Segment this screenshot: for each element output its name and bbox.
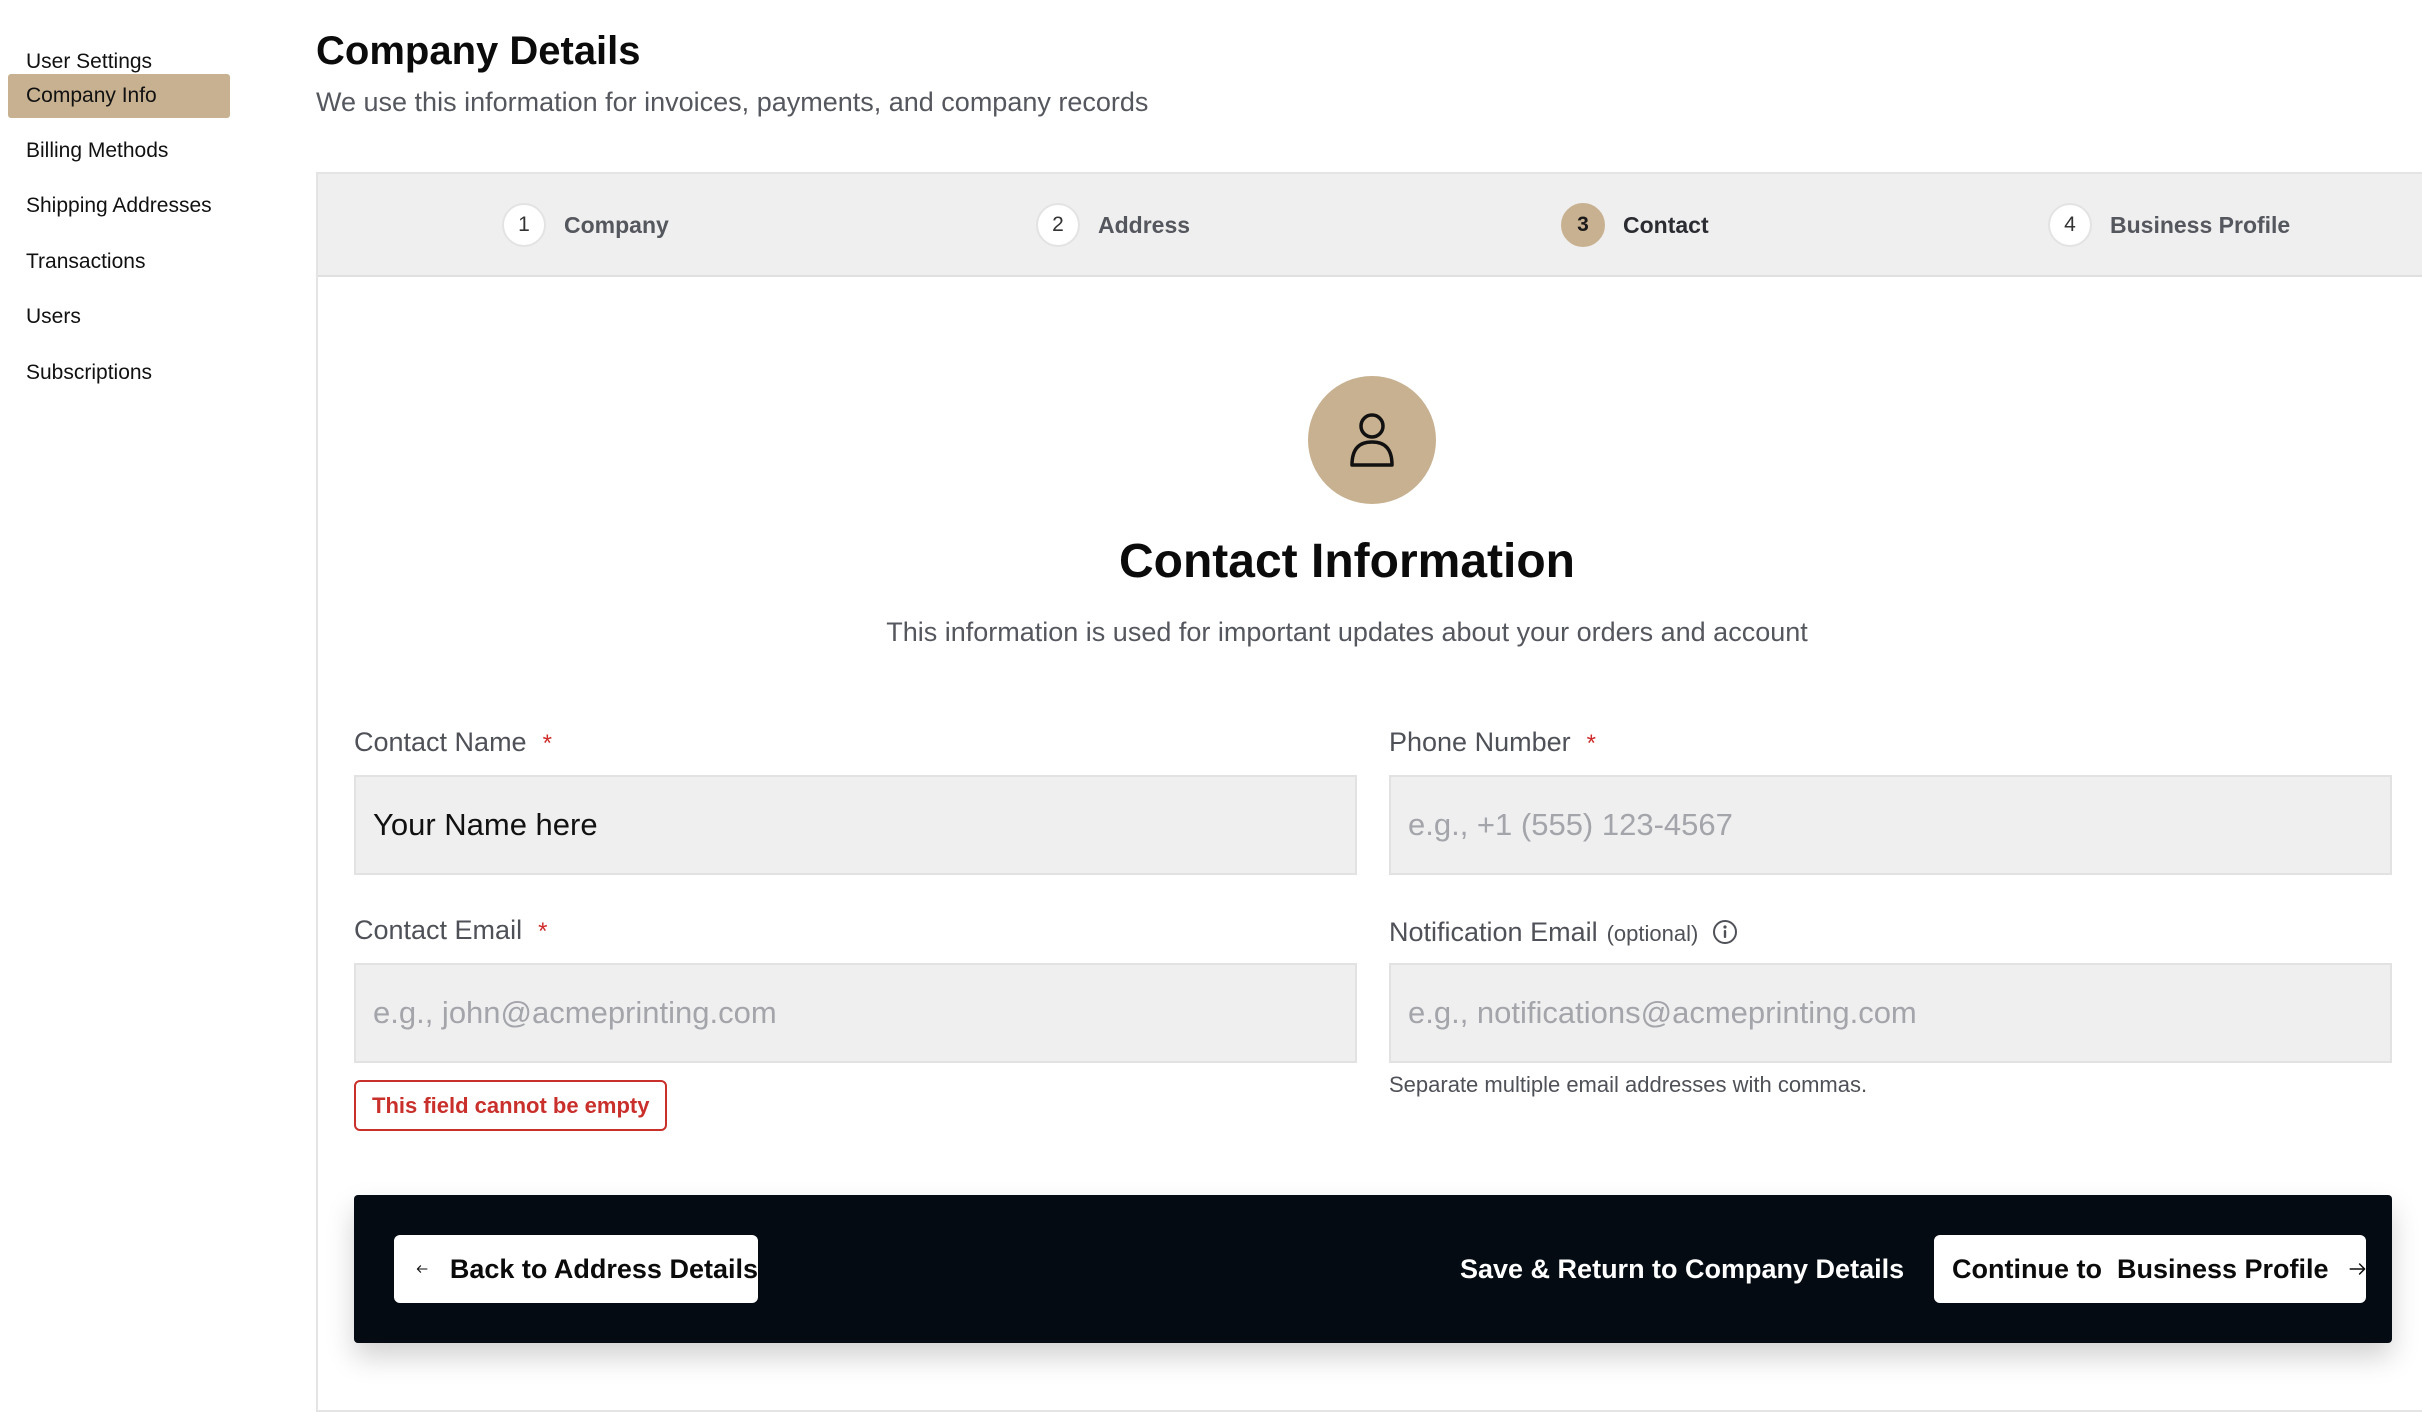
contact-email-input[interactable]: e.g., john@acmeprinting.com [354, 963, 1357, 1063]
contact-name-label: Contact Name * [354, 727, 552, 758]
page-title: Company Details [316, 29, 641, 73]
contact-name-input[interactable]: Your Name here [354, 775, 1357, 875]
step-label: Contact [1623, 211, 1709, 238]
sidebar-item-users[interactable]: Users [8, 304, 230, 329]
sidebar-item-shipping-addresses[interactable]: Shipping Addresses [8, 193, 230, 218]
user-icon [1350, 413, 1394, 467]
required-mark: * [1586, 730, 1596, 757]
continue-button[interactable]: Continue to Business Profile [1934, 1235, 2366, 1303]
sidebar-item-transactions[interactable]: Transactions [8, 249, 230, 274]
step-number: 1 [502, 203, 546, 247]
sidebar-item-company-info[interactable]: Company Info [8, 74, 230, 118]
contact-email-label: Contact Email * [354, 915, 547, 946]
step-number: 3 [1561, 203, 1605, 247]
stepper: 1 Company 2 Address 3 Contact 4 Business… [318, 174, 2422, 277]
notification-email-helper: Separate multiple email addresses with c… [1389, 1072, 1868, 1097]
required-mark: * [542, 730, 552, 757]
step-number: 2 [1036, 203, 1080, 247]
step-label: Company [564, 211, 669, 238]
sidebar-item-billing-methods[interactable]: Billing Methods [8, 138, 230, 163]
section-subtitle: This information is used for important u… [886, 617, 1808, 647]
back-button[interactable]: Back to Address Details [394, 1235, 758, 1303]
save-return-label: Save & Return to Company Details [1460, 1253, 1905, 1284]
field-label-text: Notification Email [1389, 917, 1598, 947]
notification-email-label: Notification Email (optional) [1389, 915, 1738, 948]
company-details-card: 1 Company 2 Address 3 Contact 4 Business… [316, 172, 2422, 1412]
notification-email-input[interactable]: e.g., notifications@acmeprinting.com [1389, 963, 2392, 1063]
step-number: 4 [2048, 203, 2092, 247]
required-mark: * [538, 918, 548, 945]
back-button-label: Back to Address Details [449, 1253, 758, 1284]
sidebar-item-subscriptions[interactable]: Subscriptions [8, 360, 230, 385]
phone-number-input[interactable]: e.g., +1 (555) 123-4567 [1389, 775, 2392, 875]
info-icon[interactable] [1712, 919, 1738, 945]
phone-number-label: Phone Number * [1389, 727, 1596, 758]
sidebar: User Settings Company Info Billing Metho… [0, 0, 240, 1412]
page-subtitle: We use this information for invoices, pa… [316, 87, 1149, 117]
step-contact[interactable]: 3 Contact [1561, 202, 1709, 248]
section-title: Contact Information [1119, 535, 1575, 588]
field-label-text: Contact Email [354, 915, 523, 945]
arrow-left-icon [416, 1265, 428, 1273]
step-company[interactable]: 1 Company [502, 202, 669, 248]
contact-avatar [1308, 376, 1436, 504]
step-label: Business Profile [2110, 211, 2291, 238]
field-label-text: Phone Number [1389, 727, 1571, 757]
action-bar: Back to Address Details Save & Return to… [354, 1195, 2392, 1343]
step-business-profile[interactable]: 4 Business Profile [2048, 202, 2290, 248]
continue-button-label: Continue to Business Profile [1952, 1253, 2329, 1284]
arrow-right-icon [2349, 1263, 2365, 1275]
step-address[interactable]: 2 Address [1036, 202, 1190, 248]
field-label-text: Contact Name [354, 727, 527, 757]
optional-tag: (optional) [1606, 921, 1699, 946]
step-label: Address [1098, 211, 1191, 238]
contact-email-error: This field cannot be empty [354, 1080, 668, 1131]
save-return-button[interactable]: Save & Return to Company Details [1460, 1235, 1904, 1303]
